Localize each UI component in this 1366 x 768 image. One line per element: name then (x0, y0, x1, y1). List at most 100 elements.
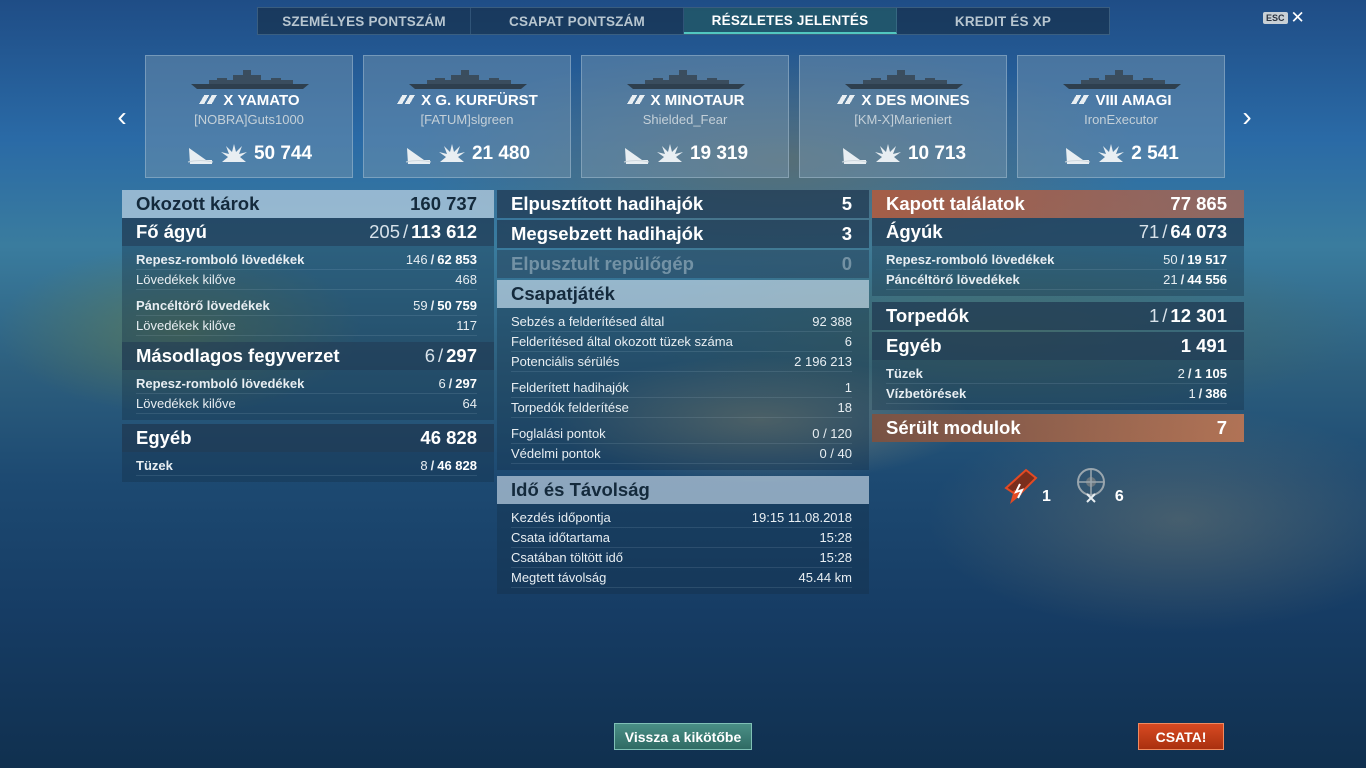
received-ap-row: Páncéltörő lövedékek 21/44 556 (886, 270, 1227, 290)
capture-points-row: Foglalási pontok 0 / 120 (511, 424, 852, 444)
battle-button[interactable]: CSATA! (1138, 723, 1224, 750)
he-fired-row: Lövedékek kilőve 468 (136, 270, 477, 290)
module-item: 6 (1073, 464, 1124, 506)
damage-burst-icon (656, 144, 683, 162)
tab-credits-xp[interactable]: KREDIT ÉS XP (897, 8, 1109, 34)
received-fires-row: Tüzek 2/1 105 (886, 364, 1227, 384)
ship-silhouette-icon (1063, 70, 1181, 89)
ship-card[interactable]: X YAMATO [NOBRA]Guts1000 50 744 (145, 55, 353, 178)
ship-damage-value: 2 541 (1131, 143, 1179, 164)
player-name: [NOBRA]Guts1000 (194, 112, 304, 127)
ship-damage-stats: 50 744 (146, 142, 352, 166)
back-to-port-button[interactable]: Vissza a kikötőbe (614, 723, 752, 750)
carousel-prev-button[interactable]: ‹ (112, 103, 132, 131)
planes-destroyed-header: Elpusztult repülőgép 0 (497, 250, 869, 278)
ship-damage-value: 21 480 (471, 143, 531, 164)
damage-burst-icon (438, 144, 465, 162)
player-name: IronExecutor (1084, 112, 1158, 127)
ship-card[interactable]: X DES MOINES [KM-X]Marieniert 10 713 (799, 55, 1007, 178)
ship-class-icon (836, 95, 857, 104)
secondary-header: Másodlagos fegyverzet 6/297 (122, 342, 494, 370)
ship-destroyed-icon (841, 148, 868, 164)
damage-dealt-header: Okozott károk 160 737 (122, 190, 494, 218)
other-damage-header: Egyéb 46 828 (122, 424, 494, 452)
ship-damage-value: 50 744 (253, 143, 313, 164)
damaged-modules-header: Sérült modulok 7 (872, 414, 1244, 442)
ships-destroyed-header: Elpusztított hadihajók 5 (497, 190, 869, 218)
time-in-battle-row: Csatában töltött idő 15:28 (511, 548, 852, 568)
spotting-damage-row: Sebzés a felderítésed által 92 388 (511, 312, 852, 332)
team-play-panel: Elpusztított hadihajók 5 Megsebzett hadih… (497, 190, 869, 594)
ship-silhouette-icon (845, 70, 963, 89)
damage-burst-icon (1098, 144, 1125, 162)
damage-burst-icon (220, 144, 247, 162)
ship-name: VIII AMAGI (1018, 92, 1224, 109)
carousel-next-button[interactable]: › (1237, 103, 1257, 131)
damaged-turret-icon (1004, 468, 1038, 504)
torpedoes-spotted-row: Torpedók felderítése 18 (511, 398, 852, 418)
chevron-right-icon: › (1242, 101, 1252, 132)
battle-duration-row: Csata időtartama 15:28 (511, 528, 852, 548)
ship-destroyed-icon (187, 148, 214, 164)
ship-class-icon (198, 95, 219, 104)
damage-dealt-panel: Okozott károk 160 737 Fő ágyú 205/113 612 … (122, 190, 494, 482)
ship-name: X YAMATO (146, 92, 352, 109)
ship-name: X DES MOINES (800, 92, 1006, 109)
ship-class-icon (625, 95, 646, 104)
tab-detailed-report[interactable]: RÉSZLETES JELENTÉS (684, 8, 897, 34)
spotting-fires-row: Felderítésed által okozott tüzek száma 6 (511, 332, 852, 352)
tab-bar: SZEMÉLYES PONTSZÁM CSAPAT PONTSZÁM RÉSZL… (257, 7, 1110, 35)
ship-destroyed-icon (405, 148, 432, 164)
ship-damage-stats: 21 480 (364, 142, 570, 166)
ship-damage-stats: 2 541 (1018, 142, 1224, 166)
ship-name: X MINOTAUR (582, 92, 788, 109)
ships-spotted-row: Felderített hadihajók 1 (511, 378, 852, 398)
other-received-header: Egyéb 1 491 (872, 332, 1244, 360)
ship-damage-stats: 10 713 (800, 142, 1006, 166)
destroyed-module-icon (1076, 468, 1105, 503)
damage-burst-icon (874, 144, 901, 162)
secondary-he-row: Repesz-romboló lövedékek 6/297 (136, 374, 477, 394)
secondary-fired-row: Lövedékek kilőve 64 (136, 394, 477, 414)
ships-damaged-header: Megsebzett hadihajók 3 (497, 220, 869, 248)
ship-damage-stats: 19 319 (582, 142, 788, 166)
received-he-row: Repesz-romboló lövedékek 50/19 517 (886, 250, 1227, 270)
ap-fired-row: Lövedékek kilőve 117 (136, 316, 477, 336)
player-name: Shielded_Fear (642, 112, 728, 127)
ship-card[interactable]: X G. KURFÜRST [FATUM]slgreen 21 480 (363, 55, 571, 178)
tab-team-score[interactable]: CSAPAT PONTSZÁM (471, 8, 684, 34)
player-name: [FATUM]slgreen (420, 112, 514, 127)
close-icon: ✕ (1290, 8, 1305, 27)
ship-silhouette-icon (191, 70, 309, 89)
close-button[interactable]: ESC ✕ (1263, 8, 1305, 27)
received-floods-row: Vízbetörések 1/386 (886, 384, 1227, 404)
ship-card[interactable]: X MINOTAUR Shielded_Fear 19 319 (581, 55, 789, 178)
ship-silhouette-icon (627, 70, 745, 89)
defense-points-row: Védelmi pontok 0 / 40 (511, 444, 852, 464)
ship-card[interactable]: VIII AMAGI IronExecutor 2 541 (1017, 55, 1225, 178)
start-time-row: Kezdés időpontja 19:15 11.08.2018 (511, 508, 852, 528)
hits-received-header: Kapott találatok 77 865 (872, 190, 1244, 218)
guns-received-header: Ágyúk 71/64 073 (872, 218, 1244, 246)
tab-personal-score[interactable]: SZEMÉLYES PONTSZÁM (258, 8, 471, 34)
ship-damage-value: 19 319 (689, 143, 749, 164)
ship-damage-value: 10 713 (907, 143, 967, 164)
ship-silhouette-icon (409, 70, 527, 89)
ship-destroyed-icon (623, 148, 650, 164)
damaged-modules-list: 1 6 (1000, 464, 1124, 506)
teamplay-header: Csapatjáték (497, 280, 869, 308)
esc-key-badge: ESC (1263, 12, 1288, 24)
player-name: [KM-X]Marieniert (854, 112, 952, 127)
potential-damage-row: Potenciális sérülés 2 196 213 (511, 352, 852, 372)
time-distance-header: Idő és Távolság (497, 476, 869, 504)
ship-class-icon (1070, 95, 1091, 104)
distance-row: Megtett távolság 45.44 km (511, 568, 852, 588)
torpedoes-received-header: Torpedók 1/12 301 (872, 302, 1244, 330)
main-battery-header: Fő ágyú 205/113 612 (122, 218, 494, 246)
ship-class-icon (396, 95, 417, 104)
fires-row: Tüzek 8/46 828 (136, 456, 477, 476)
ship-name: X G. KURFÜRST (364, 92, 570, 109)
ship-destroyed-icon (1065, 148, 1091, 164)
ap-shells-row: Páncéltörő lövedékek 59/50 759 (136, 296, 477, 316)
chevron-left-icon: ‹ (117, 101, 127, 132)
